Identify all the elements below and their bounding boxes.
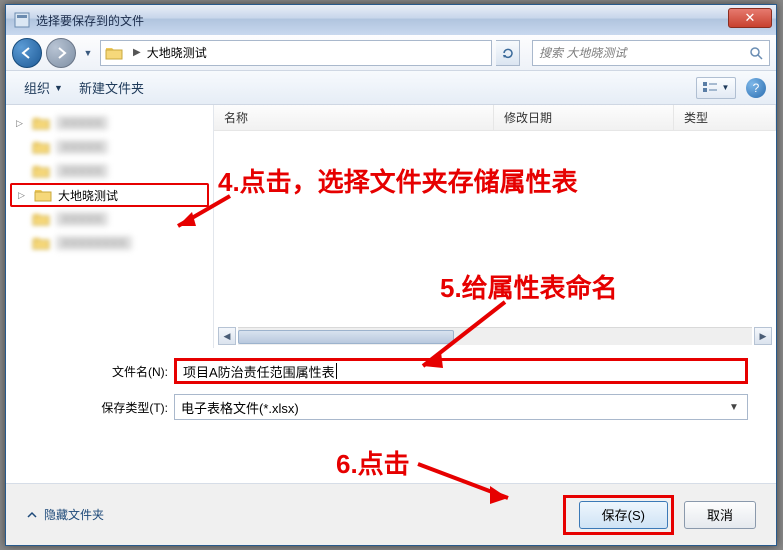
hide-folders-label: 隐藏文件夹	[44, 506, 104, 523]
refresh-button[interactable]	[496, 40, 520, 66]
column-date[interactable]: 修改日期	[494, 105, 674, 130]
titlebar: 选择要保存到的文件 ✕	[6, 5, 776, 35]
chevron-up-icon	[26, 509, 38, 521]
refresh-icon	[501, 46, 515, 60]
organize-menu[interactable]: 组织 ▼	[16, 74, 71, 101]
history-dropdown[interactable]: ▼	[80, 42, 96, 64]
tree-node[interactable]: XXXXX	[10, 159, 209, 183]
tree-node[interactable]: XXXXX	[10, 135, 209, 159]
save-dialog: 选择要保存到的文件 ✕ ▼ ▶ 大地晓测试 搜索 大地晓测试 组织 ▼ 新建文件…	[5, 4, 777, 546]
fields-area: 文件名(N): 项目A防治责任范围属性表 保存类型(T): 电子表格文件(*.x…	[6, 348, 776, 434]
scroll-right-button[interactable]: ▶	[754, 327, 772, 345]
breadcrumb-separator: ▶	[133, 47, 141, 58]
savetype-row: 保存类型(T): 电子表格文件(*.xlsx) ▼	[82, 394, 748, 420]
annotation-arrow-4	[160, 192, 240, 252]
cancel-button[interactable]: 取消	[684, 501, 756, 529]
save-button[interactable]: 保存(S)	[579, 501, 668, 529]
new-folder-label: 新建文件夹	[79, 78, 144, 97]
savetype-combo[interactable]: 电子表格文件(*.xlsx) ▼	[174, 394, 748, 420]
back-arrow-icon	[20, 47, 34, 59]
chevron-down-icon: ▼	[725, 398, 743, 416]
back-button[interactable]	[12, 38, 42, 68]
address-bar[interactable]: ▶ 大地晓测试	[100, 40, 492, 66]
organize-label: 组织	[24, 78, 50, 97]
help-button[interactable]: ?	[746, 78, 766, 98]
view-options-button[interactable]: ▼	[696, 77, 736, 99]
column-name[interactable]: 名称	[214, 105, 494, 130]
search-input[interactable]: 搜索 大地晓测试	[532, 40, 770, 66]
close-button[interactable]: ✕	[728, 8, 772, 28]
view-icon	[703, 82, 719, 94]
filename-label: 文件名(N):	[82, 363, 174, 380]
scroll-left-button[interactable]: ◀	[218, 327, 236, 345]
forward-arrow-icon	[54, 47, 68, 59]
new-folder-button[interactable]: 新建文件夹	[71, 74, 152, 101]
tree-node[interactable]: ▷XXXXX	[10, 111, 209, 135]
filename-value: 项目A防治责任范围属性表	[183, 362, 335, 381]
footer: 隐藏文件夹 保存(S) 取消	[6, 483, 776, 545]
tree-node-label: 大地晓测试	[58, 187, 118, 204]
save-button-highlight: 保存(S)	[563, 495, 674, 535]
expand-icon[interactable]: ▷	[18, 190, 25, 201]
savetype-value: 电子表格文件(*.xlsx)	[181, 398, 299, 417]
window-title: 选择要保存到的文件	[36, 12, 144, 29]
chevron-down-icon: ▼	[722, 83, 730, 92]
search-icon	[749, 46, 763, 60]
breadcrumb-current: 大地晓测试	[147, 44, 207, 61]
annotation-arrow-5	[405, 296, 525, 376]
toolbar: 组织 ▼ 新建文件夹 ▼ ?	[6, 71, 776, 105]
text-cursor	[336, 363, 337, 379]
folder-icon	[34, 187, 52, 203]
column-headers: 名称 修改日期 类型	[214, 105, 776, 131]
chevron-down-icon: ▼	[54, 83, 63, 93]
column-type[interactable]: 类型	[674, 105, 776, 130]
expand-icon[interactable]: ▷	[16, 118, 23, 129]
app-icon	[14, 12, 30, 28]
hide-folders-toggle[interactable]: 隐藏文件夹	[26, 506, 104, 523]
search-placeholder: 搜索 大地晓测试	[539, 44, 626, 61]
folder-icon	[105, 45, 123, 61]
annotation-arrow-6	[412, 452, 532, 512]
savetype-label: 保存类型(T):	[82, 399, 174, 416]
main-body: ▷XXXXX XXXXX XXXXX ▷大地晓测试 XXXXX XXXXXXXX…	[6, 105, 776, 348]
navigation-row: ▼ ▶ 大地晓测试 搜索 大地晓测试	[6, 35, 776, 71]
forward-button[interactable]	[46, 38, 76, 68]
